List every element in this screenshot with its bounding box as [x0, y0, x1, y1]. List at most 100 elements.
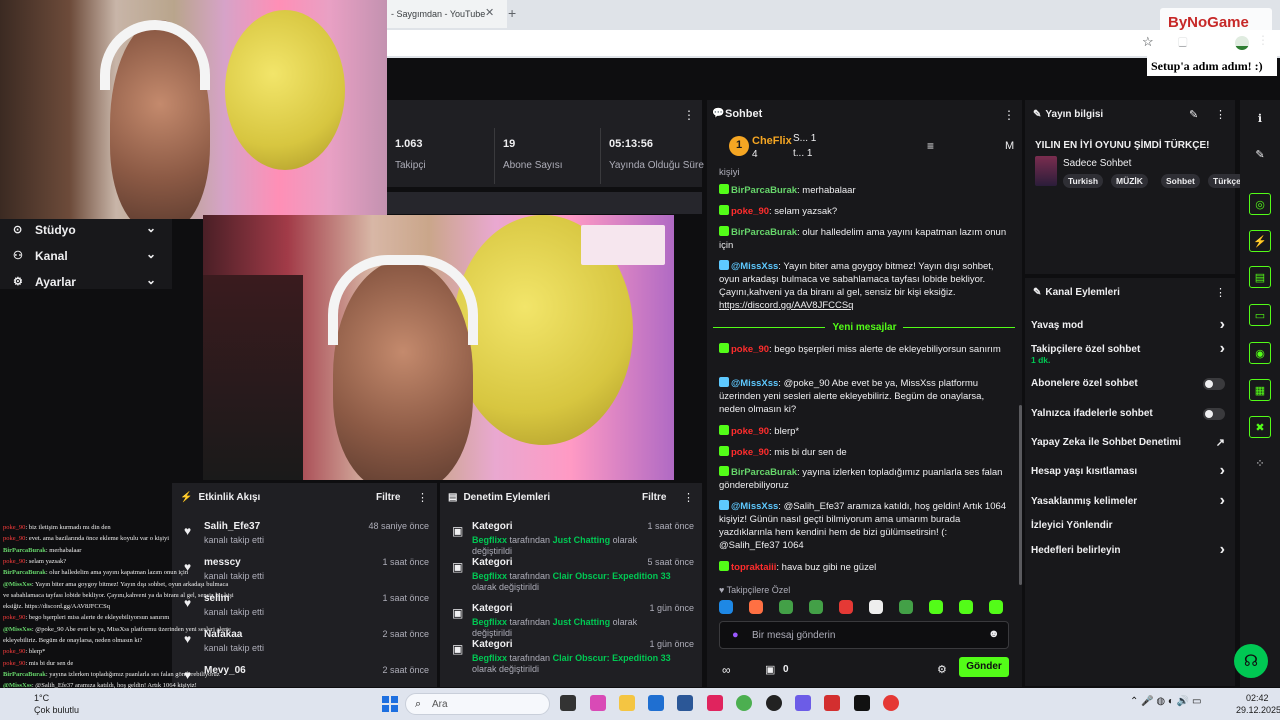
- card-icon[interactable]: ▤: [1249, 266, 1271, 288]
- emote-icon[interactable]: [989, 600, 1003, 614]
- filter-icon[interactable]: ≡: [927, 139, 934, 153]
- store-icon[interactable]: [648, 695, 664, 711]
- infinite-icon[interactable]: ∞: [722, 663, 731, 677]
- overlay-chat-line: ve sabahlamaca tayfası lobide bekliyor. …: [3, 592, 258, 600]
- chrome-icon[interactable]: [736, 695, 752, 711]
- windows-start-icon[interactable]: [382, 696, 398, 712]
- lightning-icon[interactable]: ⚡: [1249, 230, 1271, 252]
- target-icon[interactable]: ◎: [1249, 193, 1271, 215]
- mail-icon[interactable]: [677, 695, 693, 711]
- channel-action-5[interactable]: Hesap yaşı kısıtlaması ›: [1031, 462, 1231, 486]
- emote-icon[interactable]: [869, 600, 883, 614]
- chat-username[interactable]: @MissXss: [731, 378, 778, 389]
- toggle-switch[interactable]: [1203, 378, 1225, 390]
- stream-info-menu-icon[interactable]: ⋮: [1215, 108, 1226, 121]
- gift-icon[interactable]: ▣: [765, 663, 775, 676]
- stream-category[interactable]: Sadece Sohbet: [1063, 158, 1131, 169]
- activity-menu-icon[interactable]: ⋮: [417, 491, 428, 504]
- emote-icon[interactable]: [929, 600, 943, 614]
- emote-icon[interactable]: [749, 600, 763, 614]
- stream-tag[interactable]: MÜZİK: [1111, 174, 1148, 188]
- apps-icon[interactable]: ⁘: [1249, 453, 1271, 475]
- info-icon[interactable]: ℹ: [1249, 108, 1271, 130]
- app-icon[interactable]: [707, 695, 723, 711]
- help-button[interactable]: ☊: [1234, 644, 1268, 678]
- sidebar-item-channel[interactable]: ⚇ Kanal ⌄: [0, 245, 172, 269]
- leader-second[interactable]: S... 1: [793, 133, 816, 144]
- chat-username[interactable]: BirParcaBurak: [731, 227, 797, 238]
- message-icon[interactable]: ▭: [1249, 304, 1271, 326]
- channel-action-1[interactable]: Takipçilere özel sohbet 1 dk. ›: [1031, 340, 1231, 365]
- chat-footer: ∞ ▣ 0 ⚙ Gönder: [707, 655, 1022, 685]
- chat-username[interactable]: BirParcaBurak: [731, 185, 797, 196]
- channel-action-7[interactable]: İzleyici Yönlendir: [1031, 520, 1231, 540]
- sidebar-item-studio[interactable]: ⊙ Stüdyo ⌄: [0, 219, 172, 243]
- channel-action-6[interactable]: Yasaklanmış kelimeler ›: [1031, 492, 1231, 516]
- edit-icon[interactable]: ✎: [1189, 108, 1198, 121]
- file-explorer-icon[interactable]: [619, 695, 635, 711]
- stream-title: YILIN EN İYİ OYUNU ŞİMDİ TÜRKÇE!: [1035, 140, 1210, 151]
- channel-action-4[interactable]: Yapay Zeka ile Sohbet Denetimi ↗: [1031, 437, 1231, 457]
- send-button[interactable]: Gönder: [959, 657, 1009, 677]
- tiktok-icon[interactable]: [854, 695, 870, 711]
- channel-action-2[interactable]: Abonelere özel sohbet: [1031, 378, 1231, 398]
- bookmark-star-icon[interactable]: ☆: [1142, 34, 1154, 50]
- l-app-icon[interactable]: [824, 695, 840, 711]
- emote-icon[interactable]: [839, 600, 853, 614]
- chat-settings-icon[interactable]: ⚙: [937, 663, 947, 676]
- leader-name[interactable]: CheFlix: [752, 135, 792, 147]
- mic-icon[interactable]: ●: [732, 629, 739, 641]
- emote-icon[interactable]: [899, 600, 913, 614]
- chat-username[interactable]: topraktaiii: [731, 562, 776, 573]
- opera-icon[interactable]: [883, 695, 899, 711]
- setup-note: Setup'a adım adım! :): [1147, 56, 1277, 76]
- chat-username[interactable]: @MissXss: [731, 501, 778, 512]
- tool-icon[interactable]: ✖: [1249, 416, 1271, 438]
- copilot-icon[interactable]: [590, 695, 606, 711]
- chat-username[interactable]: poke_90: [731, 206, 769, 217]
- channel-action-8[interactable]: Hedefleri belirleyin ›: [1031, 541, 1231, 565]
- system-tray[interactable]: ⌃ 🎤 ◍ ◐ 🔊 ▭: [1130, 696, 1201, 707]
- task-view-icon[interactable]: [560, 695, 576, 711]
- chat-username[interactable]: poke_90: [731, 344, 769, 355]
- weather-temp[interactable]: 1°C: [34, 693, 49, 703]
- channel-action-3[interactable]: Yalnızca ifadelerle sohbet: [1031, 408, 1231, 428]
- chat-input[interactable]: ● Bir mesaj gönderin ☻: [719, 621, 1009, 649]
- moderation-menu-icon[interactable]: ⋮: [683, 491, 694, 504]
- chat-scrollbar[interactable]: [1019, 405, 1022, 585]
- obs-icon[interactable]: [766, 695, 782, 711]
- leader-more[interactable]: M: [1005, 140, 1014, 152]
- activity-filter-button[interactable]: Filtre: [376, 492, 400, 503]
- emote-icon[interactable]: [809, 600, 823, 614]
- stream-tag[interactable]: Turkish: [1063, 174, 1104, 188]
- new-tab-button[interactable]: +: [508, 5, 516, 21]
- broadcast-icon[interactable]: ◉: [1249, 342, 1271, 364]
- channel-action-0[interactable]: Yavaş mod ›: [1031, 316, 1231, 340]
- vpn-icon[interactable]: [795, 695, 811, 711]
- emote-icon[interactable]: [719, 600, 733, 614]
- chat-link[interactable]: https://discord.gg/AAV8JFCCSq: [719, 300, 853, 311]
- taskbar-search[interactable]: ⌕ Ara: [405, 693, 550, 715]
- leader-third[interactable]: t... 1: [793, 148, 812, 159]
- chat-badge-icon: [719, 425, 729, 435]
- chat-menu-icon[interactable]: ⋮: [1003, 108, 1015, 122]
- weather-desc[interactable]: Çok bulutlu: [34, 705, 79, 715]
- stream-tag[interactable]: Sohbet: [1161, 174, 1200, 188]
- chat-username[interactable]: @MissXss: [731, 261, 778, 272]
- sidebar-item-label: Stüdyo: [35, 223, 76, 237]
- chat-username[interactable]: poke_90: [731, 426, 769, 437]
- pen-icon[interactable]: ✎: [1249, 144, 1271, 166]
- toggle-switch[interactable]: [1203, 408, 1225, 420]
- channel-actions-menu-icon[interactable]: ⋮: [1215, 286, 1226, 299]
- clock-date[interactable]: 29.12.2025: [1236, 705, 1280, 715]
- grid-icon[interactable]: ▦: [1249, 379, 1271, 401]
- stats-menu-icon[interactable]: ⋮: [683, 108, 695, 122]
- emoji-icon[interactable]: ☻: [988, 628, 1000, 640]
- clock-time[interactable]: 02:42: [1246, 693, 1269, 703]
- chat-username[interactable]: poke_90: [731, 447, 769, 458]
- emote-icon[interactable]: [959, 600, 973, 614]
- chat-username[interactable]: BirParcaBurak: [731, 467, 797, 478]
- moderation-filter-button[interactable]: Filtre: [642, 492, 666, 503]
- emote-icon[interactable]: [779, 600, 793, 614]
- tab-close-icon[interactable]: ✕: [485, 6, 494, 19]
